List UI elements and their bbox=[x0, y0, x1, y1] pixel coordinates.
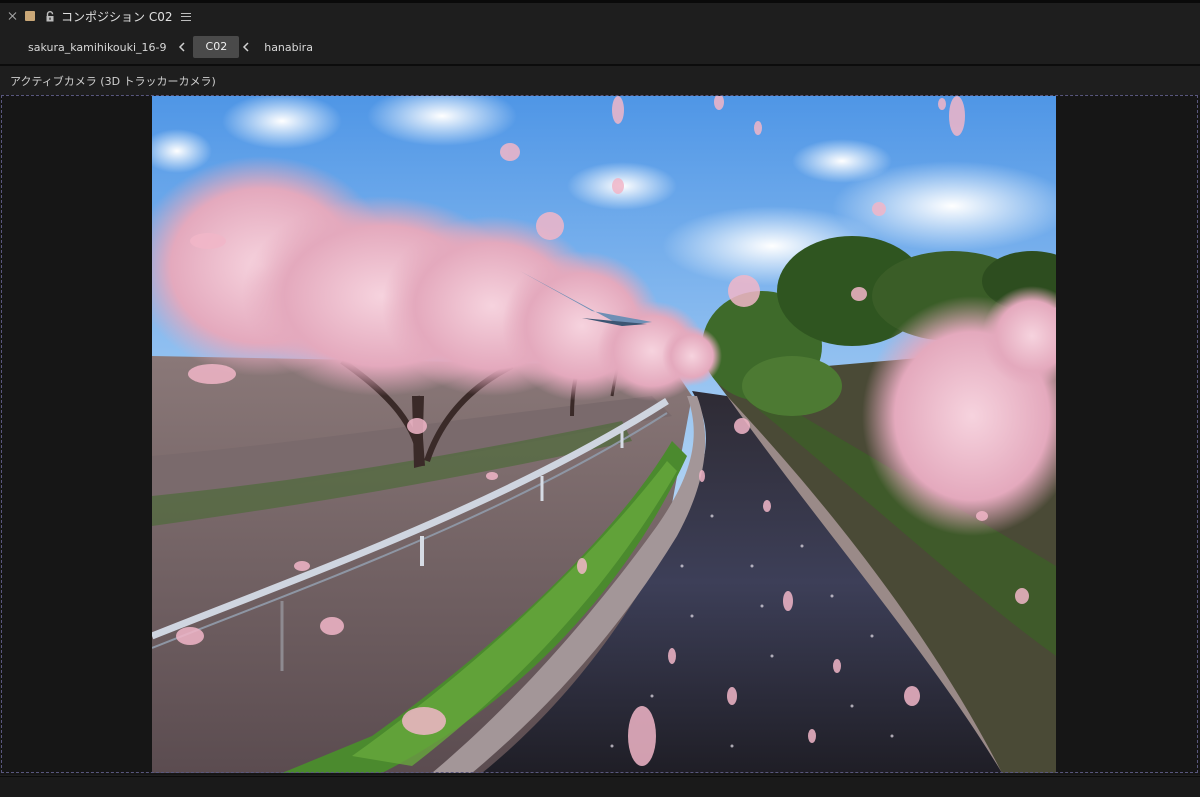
panel-menu-icon[interactable] bbox=[181, 12, 192, 21]
close-icon[interactable] bbox=[9, 12, 17, 20]
chevron-left-icon bbox=[175, 40, 189, 54]
cherry-blossom-canal-image bbox=[152, 96, 1056, 773]
composition-viewer[interactable] bbox=[0, 95, 1200, 775]
panel-title[interactable]: コンポジション C02 bbox=[61, 8, 172, 25]
breadcrumb-active-label: C02 bbox=[205, 40, 228, 53]
breadcrumb-item-active[interactable]: C02 bbox=[192, 36, 249, 58]
composition-panel-header: コンポジション C02 bbox=[0, 3, 1200, 29]
viewer-footer bbox=[0, 776, 1200, 797]
breadcrumb-item[interactable]: sakura_kamihikouki_16-9 bbox=[28, 41, 167, 54]
chevron-left-icon bbox=[239, 40, 253, 54]
label-color-swatch[interactable] bbox=[25, 11, 35, 21]
composition-breadcrumb: sakura_kamihikouki_16-9 C02 hanabira bbox=[0, 31, 1200, 63]
composition-frame[interactable] bbox=[152, 96, 1056, 773]
active-camera-label[interactable]: アクティブカメラ (3D トラッカーカメラ) bbox=[10, 73, 216, 89]
lock-icon[interactable] bbox=[45, 10, 55, 22]
breadcrumb-item[interactable]: hanabira bbox=[264, 41, 313, 54]
header-divider bbox=[0, 64, 1200, 66]
